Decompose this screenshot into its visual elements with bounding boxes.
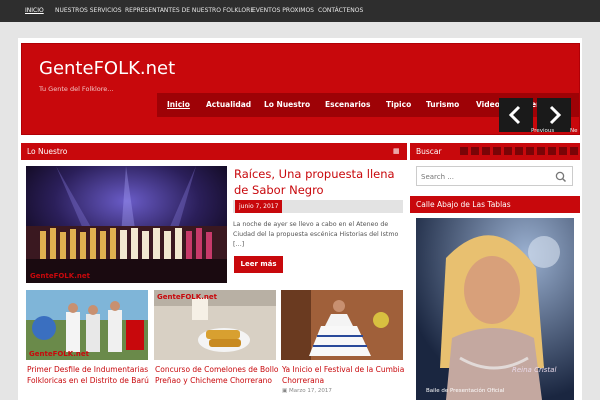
post-date-text: Marzo 17, 2017	[288, 388, 332, 394]
featured-image[interactable]: GenteFOLK.net	[26, 166, 227, 283]
read-more-button[interactable]: Leer más	[234, 256, 283, 273]
menu-item-tipico[interactable]: Tipico	[386, 93, 411, 117]
topnav-eventos[interactable]: EVENTOS PROXIMOS	[252, 0, 314, 22]
calendar-icon: ▣	[282, 388, 289, 394]
topnav-representantes[interactable]: REPRESENTANTES DE NUESTRO FOLKLORE	[125, 0, 254, 22]
ad-caption: Baile de Presentación Oficial	[426, 388, 505, 394]
slider-dot[interactable]	[548, 147, 556, 155]
menu-item-actualidad[interactable]: Actualidad	[206, 93, 251, 117]
post-thumbnail[interactable]: GenteFOLK.net	[26, 290, 148, 360]
post-title[interactable]: Primer Desfile de Indumentarias Folklori…	[27, 364, 151, 386]
slider-dot[interactable]	[493, 147, 501, 155]
slider-dot[interactable]	[482, 147, 490, 155]
chevron-right-icon	[549, 105, 562, 125]
topnav-inicio[interactable]: INICIO	[25, 0, 44, 22]
thumbnail-watermark: GenteFOLK.net	[157, 293, 217, 301]
search-widget-title: Buscar	[416, 147, 442, 156]
pollera-photo	[281, 290, 403, 360]
slider-dot[interactable]	[471, 147, 479, 155]
slider-prev-button[interactable]	[499, 98, 533, 132]
menu-item-escenarios[interactable]: Escenarios	[325, 93, 370, 117]
slider-next-label: Ne	[570, 128, 578, 134]
menu-item-turismo[interactable]: Turismo	[426, 93, 459, 117]
chevron-left-icon	[508, 105, 521, 125]
event-advertisement[interactable]: Reina Cristal Baile de Presentación Ofic…	[416, 218, 574, 400]
featured-title[interactable]: Raíces, Una propuesta llena de Sabor Neg…	[234, 166, 404, 198]
menu-item-inicio[interactable]: Inicio	[167, 93, 190, 117]
featured-watermark: GenteFOLK.net	[30, 272, 90, 280]
post-date: ▣ Marzo 17, 2017	[282, 388, 332, 394]
section-title: Lo Nuestro	[27, 147, 68, 156]
search-input[interactable]	[421, 170, 551, 184]
slider-next-button[interactable]	[537, 98, 571, 132]
slider-dot[interactable]	[559, 147, 567, 155]
featured-excerpt: La noche de ayer se llevo a cabo en el A…	[233, 221, 399, 248]
topnav-contactenos[interactable]: CONTÁCTENOS	[318, 0, 363, 22]
slider-dot[interactable]	[526, 147, 534, 155]
slider-dot[interactable]	[504, 147, 512, 155]
post-title[interactable]: Ya Inicio el Festival de la Cumbia Chorr…	[282, 364, 406, 386]
slider-dot[interactable]	[515, 147, 523, 155]
site-tagline: Tu Gente del Folklore...	[39, 85, 114, 93]
slider-dot[interactable]	[570, 147, 578, 155]
section-title-bar: Lo Nuestro	[21, 143, 407, 160]
featured-date: junio 7, 2017	[235, 200, 283, 213]
post-thumbnail[interactable]	[281, 290, 403, 360]
top-navigation: INICIO NUESTROS SERVICIOS REPRESENTANTES…	[0, 0, 600, 22]
ad-widget-title-bar: Calle Abajo de Las Tablas	[410, 196, 580, 213]
slider-prev-label: Previous	[531, 128, 555, 134]
topnav-servicios[interactable]: NUESTROS SERVICIOS	[55, 0, 122, 22]
menu-item-lo-nuestro[interactable]: Lo Nuestro	[264, 93, 310, 117]
post-title[interactable]: Concurso de Comelones de Bollo Preñao y …	[155, 364, 279, 386]
stage-photo	[26, 166, 227, 283]
ad-widget-title: Calle Abajo de Las Tablas	[416, 200, 511, 209]
search-box	[416, 166, 573, 186]
site-title[interactable]: GenteFOLK.net	[39, 58, 175, 79]
ad-signature: Reina Cristal	[512, 366, 557, 374]
grid-icon[interactable]: ▦	[393, 147, 400, 155]
thumbnail-watermark: GenteFOLK.net	[29, 350, 89, 358]
slider-dot[interactable]	[460, 147, 468, 155]
slider-dot[interactable]	[537, 147, 545, 155]
search-icon[interactable]	[554, 170, 568, 184]
post-thumbnail[interactable]: GenteFOLK.net	[154, 290, 276, 360]
